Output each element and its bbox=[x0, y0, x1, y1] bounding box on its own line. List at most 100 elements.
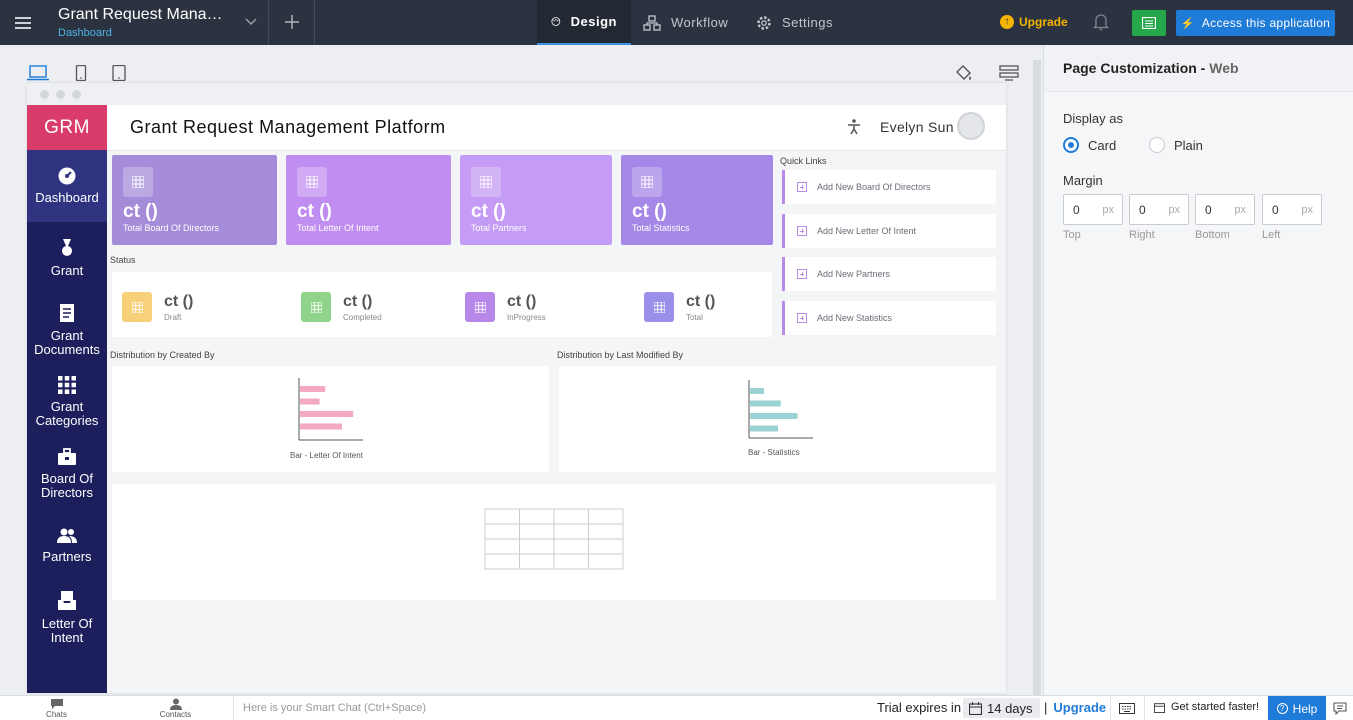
top-bar: Grant Request Manageme... Dashboard Desi… bbox=[0, 0, 1353, 45]
stat-value: ct () bbox=[471, 201, 506, 222]
trial-days: 14 days bbox=[987, 700, 1033, 716]
user-name[interactable]: Evelyn Sun bbox=[880, 119, 954, 135]
calendar-icon bbox=[1154, 702, 1165, 713]
quick-link-item[interactable]: Add New Board Of Directors bbox=[782, 170, 996, 204]
stat-card[interactable]: ct () Total Partners bbox=[460, 155, 612, 245]
stat-card[interactable]: ct () Total Board Of Directors bbox=[112, 155, 277, 245]
sidebar-item-label: Grant Documents bbox=[34, 328, 100, 357]
table-widget bbox=[112, 484, 996, 600]
quick-link-item[interactable]: Add New Statistics bbox=[782, 301, 996, 335]
sidebar-item-grant-documents[interactable]: Grant Documents bbox=[27, 294, 107, 366]
sidebar-item-dashboard[interactable]: Dashboard bbox=[27, 150, 107, 222]
quick-links-title: Quick Links bbox=[780, 156, 827, 166]
app-title[interactable]: Grant Request Manageme... bbox=[58, 6, 230, 24]
stat-card[interactable]: ct () Total Statistics bbox=[621, 155, 773, 245]
app-preview: GRM Dashboard Grant Grant Documents Gran… bbox=[27, 83, 1006, 693]
tablet-icon[interactable] bbox=[112, 65, 126, 81]
sidebar-item-letter-of-intent[interactable]: Letter Of Intent bbox=[27, 582, 107, 654]
app-subtitle[interactable]: Dashboard bbox=[58, 27, 230, 39]
chart-bar bbox=[300, 411, 354, 417]
chats-button[interactable]: Chats bbox=[29, 698, 84, 719]
quick-link-label: Add New Statistics bbox=[817, 313, 893, 323]
paint-bucket-icon[interactable] bbox=[954, 63, 974, 83]
tab-settings-label: Settings bbox=[782, 15, 833, 30]
margin-caption: Left bbox=[1262, 229, 1281, 241]
keyboard-icon[interactable] bbox=[1119, 703, 1135, 714]
margin-right-input[interactable]: 0 px bbox=[1129, 194, 1189, 225]
status-label: Completed bbox=[343, 313, 382, 322]
preview-sidebar: GRM Dashboard Grant Grant Documents Gran… bbox=[27, 105, 107, 693]
laptop-icon[interactable] bbox=[27, 65, 49, 81]
grid-icon bbox=[471, 167, 501, 197]
margin-unit: px bbox=[1102, 204, 1114, 216]
smart-chat-input[interactable]: Here is your Smart Chat (Ctrl+Space) bbox=[233, 696, 633, 720]
display-card-radio[interactable]: Card bbox=[1063, 137, 1116, 153]
bottom-bar: Chats Contacts Here is your Smart Chat (… bbox=[0, 695, 1353, 720]
add-icon[interactable] bbox=[283, 13, 301, 31]
upgrade-link-bottom[interactable]: | Upgrade bbox=[1044, 700, 1106, 715]
help-button[interactable]: ? Help bbox=[1268, 696, 1326, 720]
gear-icon bbox=[757, 15, 771, 30]
display-plain-radio[interactable]: Plain bbox=[1149, 137, 1203, 153]
divider bbox=[1144, 696, 1145, 720]
grid-icon bbox=[122, 292, 152, 322]
status-value: ct () bbox=[507, 293, 537, 310]
chart-panel: Bar - Statistics bbox=[559, 366, 996, 472]
status-value: ct () bbox=[686, 293, 716, 310]
get-started-link[interactable]: Get started faster! bbox=[1154, 701, 1259, 713]
feedback-icon[interactable] bbox=[1333, 702, 1347, 715]
grid-icon bbox=[123, 167, 153, 197]
chart-bar bbox=[300, 386, 326, 392]
margin-value: 0 bbox=[1073, 203, 1080, 217]
properties-panel: Page Customization - Web Display as Card… bbox=[1043, 45, 1353, 695]
quick-link-label: Add New Board Of Directors bbox=[817, 182, 931, 192]
margin-bottom-input[interactable]: 0 px bbox=[1195, 194, 1255, 225]
app-title-block[interactable]: Grant Request Manageme... Dashboard bbox=[58, 6, 230, 39]
stat-value: ct () bbox=[123, 201, 158, 222]
sidebar-item-partners[interactable]: Partners bbox=[27, 510, 107, 582]
status-label: Draft bbox=[164, 313, 182, 322]
sidebar-item-grant[interactable]: Grant bbox=[27, 222, 107, 294]
quick-link-item[interactable]: Add New Letter Of Intent bbox=[782, 214, 996, 248]
chart-bar bbox=[750, 425, 778, 432]
margin-caption: Bottom bbox=[1195, 229, 1230, 241]
plus-square-icon bbox=[797, 269, 807, 279]
chats-label: Chats bbox=[46, 710, 67, 719]
trial-days-badge: 14 days bbox=[963, 698, 1040, 718]
mobile-icon[interactable] bbox=[75, 65, 87, 81]
tab-workflow[interactable]: Workflow bbox=[629, 0, 742, 45]
access-application-button[interactable]: ⚡ Access this application bbox=[1176, 10, 1335, 36]
dashboard-icon bbox=[58, 167, 76, 185]
upgrade-bottom-label: Upgrade bbox=[1053, 700, 1107, 715]
preview-header: Grant Request Management Platform Evelyn… bbox=[107, 105, 1006, 151]
chevron-down-icon[interactable] bbox=[244, 14, 258, 28]
margin-unit: px bbox=[1168, 204, 1180, 216]
stat-card[interactable]: ct () Total Letter Of Intent bbox=[286, 155, 451, 245]
canvas-scrollbar[interactable] bbox=[1033, 60, 1041, 700]
hamburger-menu-icon[interactable] bbox=[0, 0, 45, 45]
help-label: Help bbox=[1292, 701, 1318, 716]
contacts-button[interactable]: Contacts bbox=[148, 698, 203, 719]
bell-icon[interactable] bbox=[1093, 13, 1109, 31]
layout-settings-icon[interactable] bbox=[999, 63, 1019, 83]
avatar[interactable] bbox=[957, 112, 985, 140]
chart-bar bbox=[750, 388, 764, 394]
stat-label: Total Statistics bbox=[632, 223, 690, 233]
preview-app-button[interactable] bbox=[1132, 10, 1166, 36]
sidebar-item-label: Grant bbox=[50, 263, 84, 278]
stat-label: Total Letter Of Intent bbox=[297, 223, 379, 233]
quick-link-item[interactable]: Add New Partners bbox=[782, 257, 996, 291]
divider bbox=[268, 0, 269, 45]
radio-label: Plain bbox=[1174, 137, 1203, 153]
accessibility-icon[interactable] bbox=[847, 119, 861, 135]
tab-design[interactable]: Design bbox=[537, 0, 631, 45]
status-panel: ct () Draft ct () Completed ct () InProg… bbox=[112, 272, 772, 337]
sidebar-item-grant-categories[interactable]: Grant Categories bbox=[27, 366, 107, 438]
stat-label: Total Partners bbox=[471, 223, 527, 233]
sidebar-item-board-of-directors[interactable]: Board Of Directors bbox=[27, 438, 107, 510]
margin-left-input[interactable]: 0 px bbox=[1262, 194, 1322, 225]
status-label: InProgress bbox=[507, 313, 546, 322]
margin-top-input[interactable]: 0 px bbox=[1063, 194, 1123, 225]
tab-settings[interactable]: Settings bbox=[742, 0, 847, 45]
upgrade-link[interactable]: ↑ Upgrade bbox=[1000, 15, 1068, 29]
